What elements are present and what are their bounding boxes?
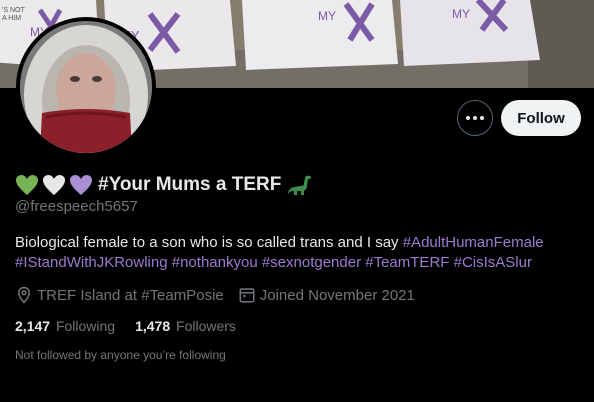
following-link[interactable]: 2,147 Following — [15, 318, 115, 334]
following-count: 2,147 — [15, 318, 51, 334]
protest-sign: MY — [242, 0, 398, 70]
join-date: Joined November 2021 — [238, 286, 415, 304]
more-horizontal-icon-dot — [473, 116, 477, 120]
hashtag-link[interactable]: #sexnotgender — [262, 254, 361, 271]
white-heart-icon — [43, 175, 65, 195]
avatar[interactable] — [16, 17, 156, 157]
sauropod-icon — [288, 175, 312, 195]
following-label: Following — [55, 318, 116, 334]
hashtag-link[interactable]: #TeamTERF — [365, 254, 449, 271]
svg-text:A HIM: A HIM — [2, 15, 21, 22]
follow-stats: 2,147 Following 1,478 Followers — [15, 317, 256, 335]
location-text: TREF Island at #TeamPosie — [37, 286, 224, 304]
join-date-text: Joined November 2021 — [259, 286, 415, 304]
hashtag-link[interactable]: #AdultHumanFemale — [403, 234, 544, 251]
location: TREF Island at #TeamPosie — [15, 286, 224, 304]
followers-count: 1,478 — [135, 318, 171, 334]
bio-text: Biological female to a son who is so cal… — [15, 234, 403, 251]
display-name-row: #Your Mums a TERF — [15, 172, 313, 198]
more-horizontal-icon — [466, 116, 470, 120]
svg-text:MY: MY — [318, 9, 336, 23]
purple-heart-icon — [70, 175, 92, 195]
follow-button[interactable]: Follow — [501, 100, 581, 136]
avatar-image — [20, 21, 152, 153]
location-pin-icon — [17, 286, 31, 304]
green-heart-icon — [16, 175, 38, 195]
protest-sign: MY — [400, 0, 540, 66]
hashtag-link[interactable]: #nothankyou — [172, 254, 258, 271]
hashtag-link[interactable]: #IStandWithJKRowling — [15, 254, 168, 271]
followers-label: Followers — [176, 318, 236, 334]
svg-text:MY: MY — [452, 7, 470, 21]
more-options-button[interactable] — [457, 100, 493, 136]
followers-link[interactable]: 1,478 Followers — [135, 318, 236, 334]
display-name: #Your Mums a TERF — [98, 174, 282, 195]
more-horizontal-icon-dot — [480, 116, 484, 120]
bio: Biological female to a son who is so cal… — [15, 233, 580, 273]
mutual-followers-note: Not followed by anyone you’re following — [15, 348, 226, 362]
svg-text:'S NOT: 'S NOT — [2, 7, 25, 14]
calendar-icon — [239, 288, 255, 303]
handle: @freespeech5657 — [15, 198, 138, 215]
hashtag-link[interactable]: #CisIsASlur — [454, 254, 532, 271]
profile-meta: TREF Island at #TeamPosie Joined Novembe… — [15, 285, 429, 305]
